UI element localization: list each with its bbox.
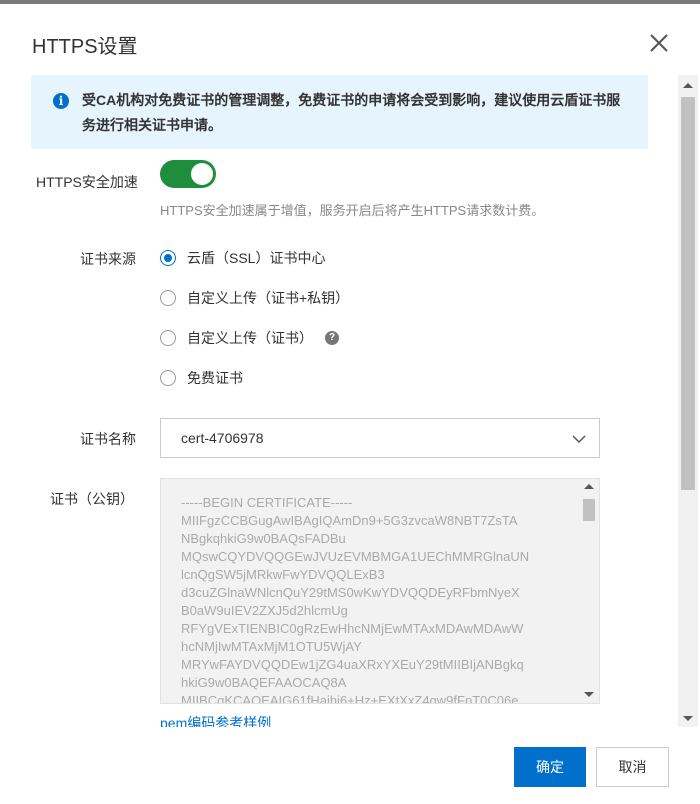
cert-name-select[interactable]: cert-4706978 <box>160 418 600 458</box>
notice-banner: i 受CA机构对免费证书的管理调整，免费证书的申请将会受到影响，建议使用云盾证书… <box>31 75 648 149</box>
https-acceleration-label: HTTPS安全加速 <box>36 174 138 190</box>
chevron-down-icon <box>572 435 586 444</box>
close-icon <box>650 34 668 52</box>
pem-sample-link[interactable]: pem编码参考样例 <box>160 713 271 727</box>
scroll-up-arrow-icon[interactable] <box>683 83 693 88</box>
scroll-down-arrow-icon[interactable] <box>584 692 594 697</box>
radio-option-free-cert[interactable]: 免费证书 <box>160 368 243 388</box>
textarea-scrollbar[interactable] <box>579 479 599 703</box>
radio-label: 自定义上传（证书） <box>187 330 313 346</box>
toggle-knob <box>191 163 213 185</box>
cancel-button[interactable]: 取消 <box>596 747 669 787</box>
question-icon[interactable]: ? <box>325 331 339 345</box>
cert-name-value: cert-4706978 <box>181 430 264 446</box>
radio-button[interactable] <box>160 250 176 266</box>
public-key-textarea[interactable]: -----BEGIN CERTIFICATE----- MIIFgzCCBGug… <box>160 478 600 704</box>
radio-option-custom-cert[interactable]: 自定义上传（证书） ? <box>160 328 339 348</box>
scroll-down-arrow-icon[interactable] <box>683 716 693 721</box>
radio-label: 自定义上传（证书+私钥） <box>187 290 350 306</box>
radio-option-ssl-center[interactable]: 云盾（SSL）证书中心 <box>160 248 325 268</box>
https-acceleration-toggle[interactable] <box>160 160 216 188</box>
scroll-up-arrow-icon[interactable] <box>584 484 594 489</box>
scrollbar-thumb[interactable] <box>583 499 595 521</box>
confirm-button[interactable]: 确定 <box>514 747 586 787</box>
radio-option-custom-cert-key[interactable]: 自定义上传（证书+私钥） <box>160 288 349 308</box>
radio-button[interactable] <box>160 370 176 386</box>
public-key-label: 证书（公钥） <box>50 491 134 507</box>
radio-button[interactable] <box>160 290 176 306</box>
cert-source-label: 证书来源 <box>80 251 136 267</box>
dialog-title: HTTPS设置 <box>32 36 138 58</box>
radio-button[interactable] <box>160 330 176 346</box>
dialog-body: i 受CA机构对免费证书的管理调整，免费证书的申请将会受到影响，建议使用云盾证书… <box>0 75 700 727</box>
https-acceleration-hint: HTTPS安全加速属于增值，服务开启后将产生HTTPS请求数计费。 <box>160 203 545 218</box>
public-key-content: -----BEGIN CERTIFICATE----- MIIFgzCCBGug… <box>181 495 530 704</box>
scrollbar-thumb[interactable] <box>681 97 695 490</box>
notice-text: 受CA机构对免费证书的管理调整，免费证书的申请将会受到影响，建议使用云盾证书服务… <box>82 92 621 133</box>
radio-label: 免费证书 <box>187 370 243 386</box>
radio-label: 云盾（SSL）证书中心 <box>187 250 326 266</box>
close-button[interactable] <box>646 30 672 56</box>
cert-name-label: 证书名称 <box>80 431 136 447</box>
dialog-scrollbar[interactable] <box>678 75 698 727</box>
info-icon: i <box>53 93 69 109</box>
window-top-edge <box>0 0 700 4</box>
